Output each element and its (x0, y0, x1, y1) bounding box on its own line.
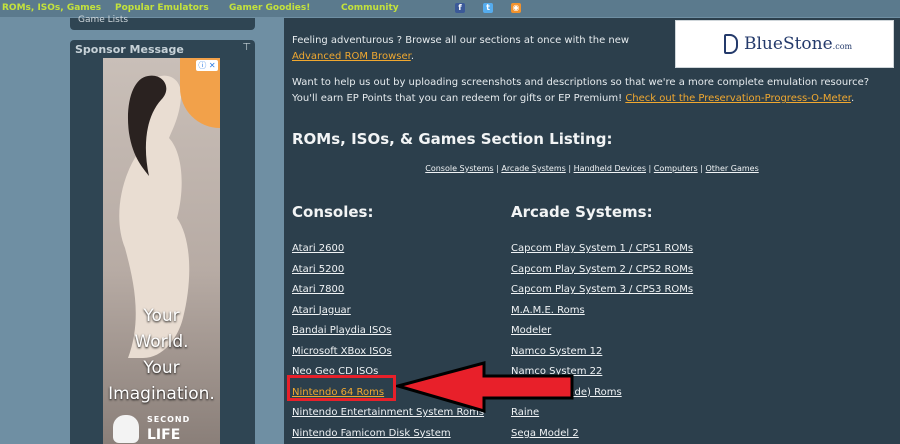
section-title: ROMs, ISOs, & Games Section Listing: (292, 130, 613, 148)
intro-text-1: Feeling adventurous ? Browse all our sec… (292, 35, 630, 46)
advanced-rom-browser-link[interactable]: Advanced ROM Browser (292, 51, 411, 62)
quicklink-other-games[interactable]: Other Games (706, 164, 759, 173)
list-item[interactable]: Capcom Play System 2 / CPS2 ROMs (511, 264, 693, 285)
ad-tagline-4: Imagination. (108, 384, 215, 404)
game-lists-label[interactable]: Game Lists (78, 15, 128, 25)
section-quicklinks: Console Systems | Arcade Systems | Handh… (425, 164, 759, 173)
list-item[interactable]: Atari 2600 (292, 243, 484, 264)
list-item[interactable]: Capcom Play System 3 / CPS3 ROMs (511, 284, 693, 305)
list-item[interactable]: M.A.M.E. Roms (511, 305, 693, 326)
red-arrow-icon (396, 361, 574, 413)
logo-text-bottom: LIFE (147, 427, 181, 443)
sponsor-message-title: Sponsor Message (75, 43, 184, 56)
intro-paragraph-1: Feeling adventurous ? Browse all our sec… (292, 35, 630, 62)
hand-icon (113, 415, 139, 443)
rss-icon[interactable]: ◉ (511, 3, 521, 13)
left-sidebar: Game Lists Sponsor Message ⊤ ⓘ ✕ Your Wo… (70, 15, 255, 444)
highlight-box (287, 375, 396, 401)
logo-text-top: SECOND (147, 415, 191, 424)
arcade-heading: Arcade Systems: (511, 203, 653, 221)
list-item[interactable]: Atari 5200 (292, 264, 484, 285)
quicklink-console-systems[interactable]: Console Systems (425, 164, 493, 173)
list-item[interactable]: Capcom Play System 1 / CPS1 ROMs (511, 243, 693, 264)
nav-community[interactable]: Community (341, 3, 399, 13)
sponsor-ad[interactable]: ⓘ ✕ Your World. Your Imagination. SECOND… (103, 58, 220, 444)
list-item[interactable]: Bandai Playdia ISOs (292, 325, 484, 346)
intro-paragraph-2: Want to help us out by uploading screens… (292, 77, 870, 104)
nav-roms-isos-games[interactable]: ROMs, ISOs, Games (2, 3, 101, 13)
bluestone-banner-ad[interactable]: BlueStone.com (675, 20, 894, 68)
quicklink-arcade-systems[interactable]: Arcade Systems (501, 164, 565, 173)
ad-tagline-2: World. (134, 332, 189, 352)
list-item[interactable]: Atari Jaguar (292, 305, 484, 326)
consoles-list: Atari 2600 Atari 5200 Atari 7800 Atari J… (292, 243, 484, 444)
quicklink-handheld-devices[interactable]: Handheld Devices (574, 164, 646, 173)
ad-tagline-3: Your (143, 358, 180, 378)
arcade-list: Capcom Play System 1 / CPS1 ROMs Capcom … (511, 243, 693, 444)
pin-icon: ⊤ (242, 42, 251, 53)
quicklink-computers[interactable]: Computers (654, 164, 698, 173)
bluestone-logo-icon (724, 34, 738, 54)
list-item[interactable]: Modeler (511, 325, 693, 346)
second-life-logo: SECOND LIFE (113, 413, 213, 444)
nav-popular-emulators[interactable]: Popular Emulators (115, 3, 209, 13)
nav-gamer-goodies[interactable]: Gamer Goodies! (229, 3, 310, 13)
game-lists-panel: Game Lists (70, 15, 255, 30)
facebook-icon[interactable]: f (455, 3, 465, 13)
preservation-meter-link[interactable]: Check out the Preservation-Progress-O-Me… (625, 93, 851, 104)
list-item[interactable]: Nintendo Famicom Disk System (292, 428, 484, 444)
list-item[interactable]: Atari 7800 (292, 284, 484, 305)
top-navigation: ROMs, ISOs, Games Popular Emulators Game… (0, 0, 900, 17)
twitter-icon[interactable]: t (483, 3, 493, 13)
bluestone-logo-text: BlueStone.com (744, 34, 853, 54)
sponsor-message-panel: Sponsor Message ⊤ ⓘ ✕ Your World. Your I… (70, 40, 255, 444)
list-item[interactable]: Sega Model 2 (511, 428, 693, 444)
ad-tagline-1: Your (143, 306, 180, 326)
consoles-heading: Consoles: (292, 203, 374, 221)
ad-info-icon[interactable]: ⓘ ✕ (196, 60, 218, 71)
